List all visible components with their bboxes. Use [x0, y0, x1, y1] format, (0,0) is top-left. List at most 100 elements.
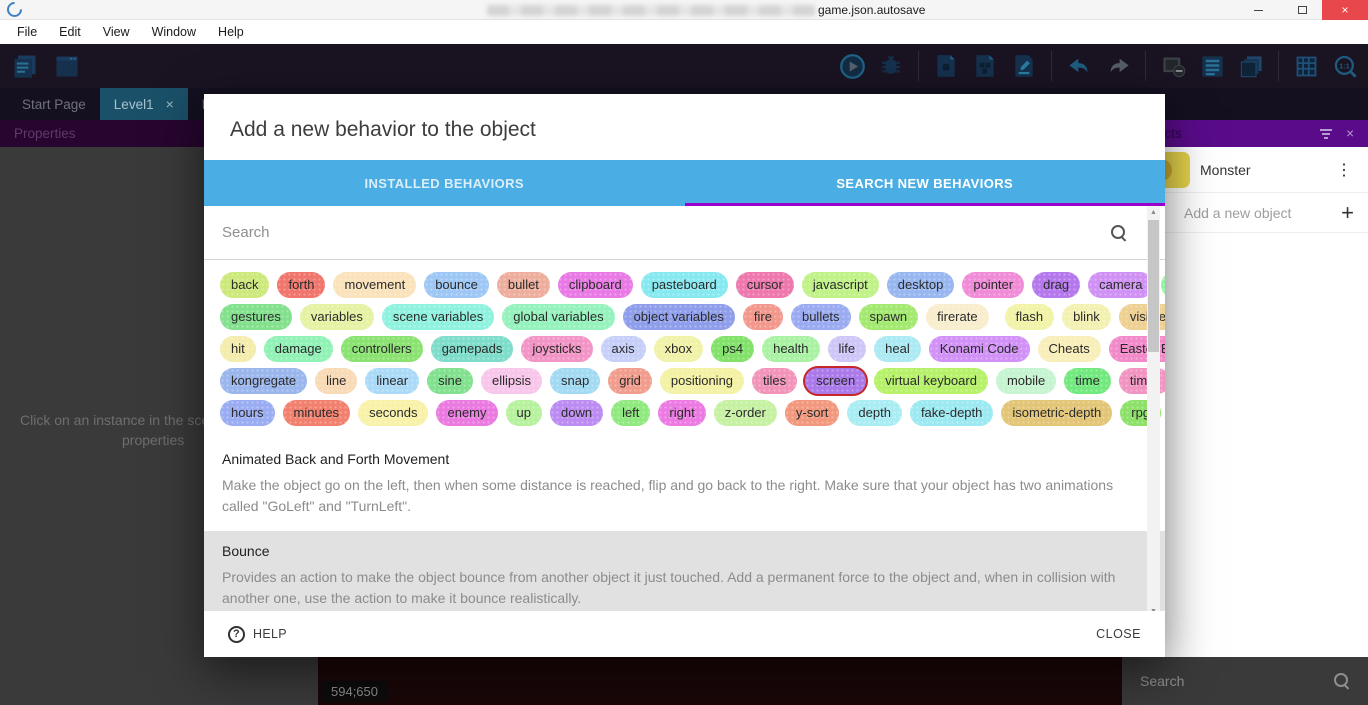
tag-chip-clipboard[interactable]: clipboard: [558, 272, 633, 298]
tag-chip-cheats[interactable]: Cheats: [1038, 336, 1101, 362]
tag-chip-javascript[interactable]: javascript: [802, 272, 879, 298]
tag-chip-xbox[interactable]: xbox: [654, 336, 703, 362]
new-group-icon[interactable]: [968, 49, 1002, 83]
dialog-scrollbar[interactable]: ▲ ▼: [1147, 206, 1160, 611]
tag-chip-mobile[interactable]: mobile: [996, 368, 1056, 394]
redo-icon[interactable]: [1101, 49, 1135, 83]
layers-icon[interactable]: [1234, 49, 1268, 83]
dialog-tab-installed-behaviors[interactable]: INSTALLED BEHAVIORS: [204, 160, 685, 206]
project-manager-icon[interactable]: [8, 49, 42, 83]
instances-list-icon[interactable]: [1195, 49, 1229, 83]
scrollbar-thumb[interactable]: [1148, 220, 1159, 352]
tag-chip-virtual-keyboard[interactable]: virtual keyboard: [874, 368, 988, 394]
tag-chip-ellipsis[interactable]: ellipsis: [481, 368, 542, 394]
tag-chip-firerate[interactable]: firerate: [926, 304, 988, 330]
filter-icon[interactable]: [1320, 129, 1332, 139]
tab-close-icon[interactable]: ×: [166, 96, 174, 112]
preview-play-icon[interactable]: [835, 49, 869, 83]
menu-edit[interactable]: Edit: [48, 22, 92, 42]
tag-chip-gamepads[interactable]: gamepads: [431, 336, 514, 362]
menu-file[interactable]: File: [6, 22, 48, 42]
tag-chip-camera[interactable]: camera: [1088, 272, 1153, 298]
behavior-item-animated-back-and-forth-movement[interactable]: Animated Back and Forth MovementMake the…: [204, 439, 1165, 531]
tag-chip-y-sort[interactable]: y-sort: [785, 400, 840, 426]
mask-icon[interactable]: [1156, 49, 1190, 83]
tag-chip-z-order[interactable]: z-order: [714, 400, 777, 426]
behavior-search-input[interactable]: [222, 224, 1022, 241]
tab-level1[interactable]: Level1×: [100, 88, 188, 120]
tag-chip-cursor[interactable]: cursor: [736, 272, 794, 298]
tag-chip-positioning[interactable]: positioning: [660, 368, 744, 394]
tag-chip-flash[interactable]: flash: [1005, 304, 1054, 330]
tag-chip-hit[interactable]: hit: [220, 336, 256, 362]
tag-chip-spawn[interactable]: spawn: [859, 304, 919, 330]
behavior-item-bounce[interactable]: BounceProvides an action to make the obj…: [204, 531, 1165, 611]
tag-chip-time[interactable]: time: [1064, 368, 1111, 394]
tag-chip-health[interactable]: health: [762, 336, 819, 362]
tag-chip-bullets[interactable]: bullets: [791, 304, 851, 330]
tag-chip-linear[interactable]: linear: [365, 368, 419, 394]
tag-chip-sine[interactable]: sine: [427, 368, 473, 394]
start-page-icon[interactable]: [50, 49, 84, 83]
tab-start-page[interactable]: Start Page: [8, 88, 100, 120]
tag-chip-bounce[interactable]: bounce: [424, 272, 489, 298]
tag-chip-movement[interactable]: movement: [333, 272, 416, 298]
tag-chip-hours[interactable]: hours: [220, 400, 275, 426]
tag-chip-axis[interactable]: axis: [601, 336, 646, 362]
tag-chip-back[interactable]: back: [220, 272, 269, 298]
tag-chip-pasteboard[interactable]: pasteboard: [641, 272, 728, 298]
tag-chip-gestures[interactable]: gestures: [220, 304, 292, 330]
tag-chip-kongregate[interactable]: kongregate: [220, 368, 307, 394]
more-vert-icon[interactable]: ⋮: [1336, 160, 1352, 180]
tag-chip-pointer[interactable]: pointer: [962, 272, 1024, 298]
tag-chip-damage[interactable]: damage: [264, 336, 333, 362]
tag-chip-isometric-depth[interactable]: isometric-depth: [1001, 400, 1112, 426]
tag-chip-grid[interactable]: grid: [608, 368, 652, 394]
menu-help[interactable]: Help: [207, 22, 255, 42]
close-dialog-button[interactable]: CLOSE: [1096, 627, 1141, 641]
zoom-original-icon[interactable]: 1:1: [1328, 49, 1362, 83]
tag-chip-controllers[interactable]: controllers: [341, 336, 423, 362]
close-window-button[interactable]: ×: [1322, 0, 1368, 20]
tag-chip-scene-variables[interactable]: scene variables: [382, 304, 494, 330]
tag-chip-forth[interactable]: forth: [277, 272, 325, 298]
tag-chip-blink[interactable]: blink: [1062, 304, 1111, 330]
objects-search-input[interactable]: [1140, 673, 1300, 689]
tag-chip-ps4[interactable]: ps4: [711, 336, 754, 362]
dialog-tab-search-new-behaviors[interactable]: SEARCH NEW BEHAVIORS: [685, 160, 1166, 206]
tag-chip-screen[interactable]: screen: [805, 368, 866, 394]
tag-chip-desktop[interactable]: desktop: [887, 272, 955, 298]
tag-chip-fake-depth[interactable]: fake-depth: [910, 400, 993, 426]
tag-chip-depth[interactable]: depth: [847, 400, 902, 426]
menu-view[interactable]: View: [92, 22, 141, 42]
grid-icon[interactable]: [1289, 49, 1323, 83]
new-object-icon[interactable]: [929, 49, 963, 83]
tag-chip-heal[interactable]: heal: [874, 336, 921, 362]
tag-chip-left[interactable]: left: [611, 400, 650, 426]
menu-window[interactable]: Window: [141, 22, 207, 42]
edit-scene-icon[interactable]: [1007, 49, 1041, 83]
maximize-button[interactable]: [1286, 0, 1318, 20]
tag-chip-snap[interactable]: snap: [550, 368, 600, 394]
tag-chip-life[interactable]: life: [828, 336, 867, 362]
minimize-button[interactable]: [1242, 0, 1274, 20]
tag-chip-tiles[interactable]: tiles: [752, 368, 797, 394]
tag-chip-joysticks[interactable]: joysticks: [521, 336, 592, 362]
scroll-down-icon[interactable]: ▼: [1147, 608, 1160, 611]
tag-chip-fire[interactable]: fire: [743, 304, 783, 330]
tag-chip-variables[interactable]: variables: [300, 304, 374, 330]
tag-chip-right[interactable]: right: [658, 400, 705, 426]
tag-chip-drag[interactable]: drag: [1032, 272, 1080, 298]
tag-chip-object-variables[interactable]: object variables: [623, 304, 735, 330]
close-panel-icon[interactable]: ×: [1346, 126, 1354, 141]
tag-chip-minutes[interactable]: minutes: [283, 400, 351, 426]
tag-chip-down[interactable]: down: [550, 400, 603, 426]
tag-chip-up[interactable]: up: [506, 400, 542, 426]
tag-chip-scroll[interactable]: scroll: [1161, 272, 1165, 298]
tag-chip-konami-code[interactable]: Konami Code: [929, 336, 1030, 362]
tag-chip-line[interactable]: line: [315, 368, 357, 394]
undo-icon[interactable]: [1062, 49, 1096, 83]
tag-chip-bullet[interactable]: bullet: [497, 272, 550, 298]
tag-chip-enemy[interactable]: enemy: [436, 400, 497, 426]
debug-icon[interactable]: [874, 49, 908, 83]
